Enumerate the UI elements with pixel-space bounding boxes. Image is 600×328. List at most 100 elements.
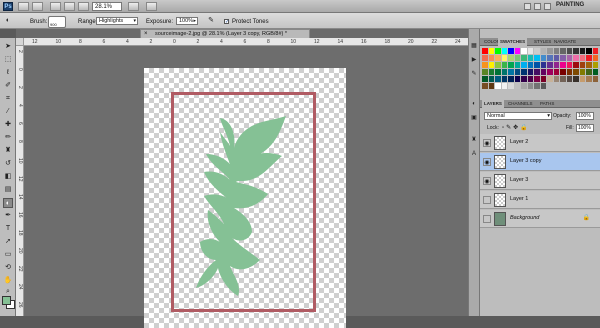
swatch[interactable] bbox=[540, 83, 546, 89]
swatch[interactable] bbox=[586, 55, 592, 61]
swatch[interactable] bbox=[547, 55, 553, 61]
eye-icon[interactable]: ◉ bbox=[483, 139, 491, 147]
mini-bridge-icon[interactable] bbox=[32, 2, 43, 11]
swatch[interactable] bbox=[521, 55, 527, 61]
swatch[interactable] bbox=[560, 62, 566, 68]
swatch[interactable] bbox=[508, 69, 514, 75]
swatch[interactable] bbox=[521, 76, 527, 82]
history-icon[interactable]: ▦ bbox=[470, 42, 478, 50]
swatch[interactable] bbox=[534, 62, 540, 68]
eye-icon[interactable] bbox=[483, 196, 491, 204]
swatch[interactable] bbox=[488, 83, 494, 89]
tab-swatches[interactable]: SWATCHES bbox=[498, 38, 528, 46]
history-brush-tool-icon[interactable]: ↺ bbox=[3, 159, 13, 169]
swatch[interactable] bbox=[514, 62, 520, 68]
swatch[interactable] bbox=[482, 83, 488, 89]
actions-icon[interactable]: ▶ bbox=[470, 56, 478, 64]
swatch[interactable] bbox=[573, 69, 579, 75]
swatch[interactable] bbox=[540, 76, 546, 82]
swatch[interactable] bbox=[586, 62, 592, 68]
screen-mode-icon[interactable] bbox=[146, 2, 157, 11]
close-window-button[interactable] bbox=[544, 3, 551, 10]
swatch[interactable] bbox=[488, 76, 494, 82]
swatch[interactable] bbox=[501, 62, 507, 68]
swatch[interactable] bbox=[495, 55, 501, 61]
swatch[interactable] bbox=[592, 48, 598, 54]
swatch[interactable] bbox=[579, 55, 585, 61]
swatch[interactable] bbox=[540, 55, 546, 61]
blend-mode-select[interactable]: Normal ▾ bbox=[484, 112, 552, 120]
bridge-icon[interactable] bbox=[18, 2, 29, 11]
hand-tool-icon[interactable] bbox=[64, 2, 75, 11]
ruler-origin[interactable] bbox=[16, 38, 24, 46]
eye-icon[interactable]: ◉ bbox=[483, 158, 491, 166]
swatch[interactable] bbox=[566, 76, 572, 82]
swatch[interactable] bbox=[527, 76, 533, 82]
protect-tones-checkbox[interactable]: ✓ bbox=[224, 19, 229, 25]
swatch[interactable] bbox=[579, 62, 585, 68]
dodge-tool-preset-icon[interactable]: ◐ bbox=[3, 16, 13, 26]
horizontal-ruler[interactable]: 12 10 8 6 4 2 0 2 4 6 8 10 12 14 16 18 20 22 24 bbox=[24, 38, 468, 46]
layer-row[interactable]: ◉ Layer 3 copy bbox=[480, 153, 600, 171]
swatch[interactable] bbox=[482, 55, 488, 61]
swatch[interactable] bbox=[534, 76, 540, 82]
swatch[interactable] bbox=[586, 76, 592, 82]
tab-navigator[interactable]: NAVIGATE bbox=[552, 38, 578, 46]
swatch[interactable] bbox=[521, 48, 527, 54]
swatch[interactable] bbox=[553, 62, 559, 68]
swatch[interactable] bbox=[488, 69, 494, 75]
vertical-ruler[interactable]: 2 0 2 4 6 8 10 12 14 16 18 20 22 24 26 bbox=[16, 46, 24, 316]
swatch[interactable] bbox=[560, 76, 566, 82]
swatch[interactable] bbox=[527, 69, 533, 75]
swatch[interactable] bbox=[592, 69, 598, 75]
swatch[interactable] bbox=[540, 62, 546, 68]
type-tool-icon[interactable]: T bbox=[3, 224, 13, 234]
swatch[interactable] bbox=[501, 55, 507, 61]
clone-stamp-tool-icon[interactable]: ♜ bbox=[3, 146, 13, 156]
swatch[interactable] bbox=[508, 55, 514, 61]
swatch[interactable] bbox=[482, 62, 488, 68]
masks-icon[interactable]: ▣ bbox=[470, 114, 478, 122]
swatch[interactable] bbox=[514, 76, 520, 82]
hand-tool-icon[interactable]: ✋ bbox=[3, 276, 13, 286]
swatch[interactable] bbox=[553, 76, 559, 82]
swatch[interactable] bbox=[586, 69, 592, 75]
swatch[interactable] bbox=[553, 69, 559, 75]
swatch[interactable] bbox=[514, 83, 520, 89]
minimize-button[interactable] bbox=[524, 3, 531, 10]
clone-source-icon[interactable]: ♜ bbox=[470, 136, 478, 144]
eyedropper-tool-icon[interactable]: ⁄ bbox=[3, 107, 13, 117]
gradient-tool-icon[interactable]: ▤ bbox=[3, 185, 13, 195]
swatch[interactable] bbox=[527, 55, 533, 61]
swatch[interactable] bbox=[547, 69, 553, 75]
swatch[interactable] bbox=[560, 69, 566, 75]
swatch[interactable] bbox=[501, 76, 507, 82]
swatches-grid[interactable] bbox=[482, 48, 598, 89]
swatch[interactable] bbox=[573, 76, 579, 82]
brush-tool-icon[interactable]: ✏ bbox=[3, 133, 13, 143]
eye-icon[interactable] bbox=[483, 215, 491, 223]
swatch[interactable] bbox=[514, 69, 520, 75]
swatch[interactable] bbox=[488, 48, 494, 54]
swatch[interactable] bbox=[495, 48, 501, 54]
swatch[interactable] bbox=[521, 62, 527, 68]
lock-options-icons[interactable]: ▫✎✥🔒 bbox=[502, 124, 530, 131]
layer-row[interactable]: Background 🔒 bbox=[480, 210, 600, 228]
swatch[interactable] bbox=[514, 48, 520, 54]
brush-presets-icon[interactable]: ✎ bbox=[470, 70, 478, 78]
swatch[interactable] bbox=[592, 76, 598, 82]
shape-tool-icon[interactable]: ▭ bbox=[3, 250, 13, 260]
swatch[interactable] bbox=[488, 55, 494, 61]
swatch[interactable] bbox=[521, 69, 527, 75]
swatch[interactable] bbox=[586, 48, 592, 54]
swatch[interactable] bbox=[534, 48, 540, 54]
swatch[interactable] bbox=[566, 48, 572, 54]
swatch[interactable] bbox=[566, 55, 572, 61]
airbrush-icon[interactable]: ✎ bbox=[206, 16, 216, 26]
swatch[interactable] bbox=[547, 48, 553, 54]
swatch[interactable] bbox=[547, 76, 553, 82]
dodge-tool-icon[interactable]: ◐ bbox=[3, 198, 13, 208]
3d-rotate-tool-icon[interactable]: ⟲ bbox=[3, 263, 13, 273]
swatch[interactable] bbox=[508, 76, 514, 82]
swatch[interactable] bbox=[592, 55, 598, 61]
